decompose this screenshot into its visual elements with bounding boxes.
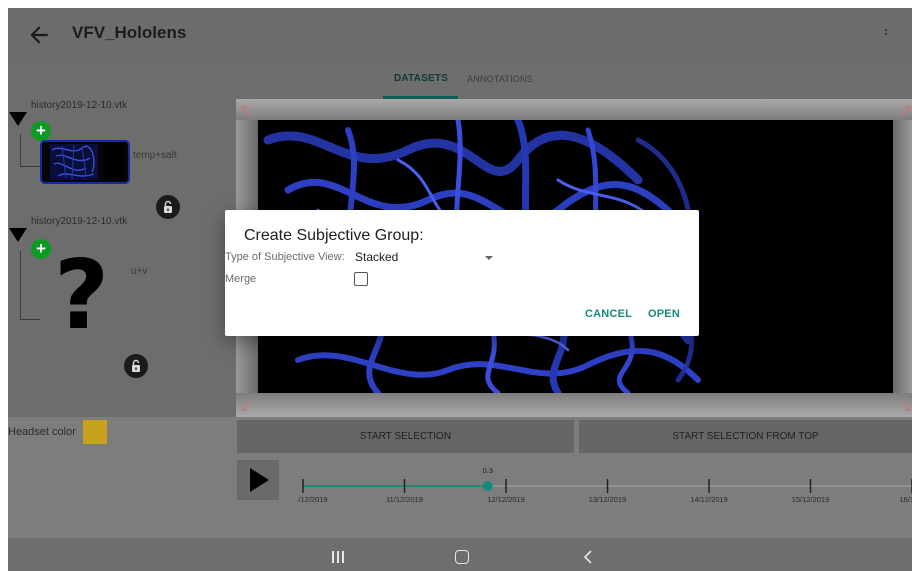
app-title: VFV_Hololens <box>72 23 187 42</box>
back-arrow-icon[interactable] <box>26 22 52 48</box>
system-navigation-bar <box>8 538 912 571</box>
home-icon[interactable] <box>455 550 469 564</box>
volume-preview-image <box>42 142 128 182</box>
app-bar: VFV_Hololens <box>8 8 912 61</box>
dataset-variable-label: u+v <box>131 266 148 277</box>
play-button[interactable] <box>237 460 279 500</box>
question-mark-icon[interactable]: ? <box>54 249 109 344</box>
overflow-menu-icon[interactable] <box>882 28 890 42</box>
start-selection-from-top-button[interactable]: START SELECTION FROM TOP <box>579 420 912 453</box>
create-subjective-group-dialog: Create Subjective Group: Type of Subject… <box>225 210 699 336</box>
dataset-name: history2019-12-10.vtk <box>31 100 128 111</box>
resize-handle-icon[interactable] <box>899 399 911 411</box>
timeline-tick-label: 13/12/2019 <box>589 495 627 502</box>
dialog-title: Create Subjective Group: <box>244 227 424 244</box>
subjective-view-type-label: Type of Subjective View: <box>225 251 345 263</box>
lock-icon[interactable] <box>156 195 180 219</box>
open-button[interactable]: OPEN <box>648 308 680 320</box>
resize-handle-icon[interactable] <box>899 105 911 117</box>
viewer-right-bar <box>893 120 912 393</box>
tree-line <box>20 251 21 319</box>
timeline: /12/2019 11/12/2019 12/12/2019 13/12/2019 14… <box>237 460 912 502</box>
tree-line <box>20 134 21 167</box>
play-icon <box>250 468 269 492</box>
dataset-name: history2019-12-10.vtk <box>31 216 128 227</box>
nav-back-icon[interactable] <box>581 549 595 565</box>
add-circle-icon[interactable]: + <box>31 121 51 141</box>
timeline-tick-label: 16/12/2 <box>899 495 912 502</box>
cancel-button[interactable]: CANCEL <box>585 308 632 320</box>
expand-triangle-icon[interactable] <box>9 228 27 242</box>
dropdown-arrow-icon[interactable] <box>485 256 493 260</box>
timeline-value-label: 0.3 <box>483 466 493 475</box>
viewer-bottom-bar <box>236 393 912 417</box>
timeline-tick-label: /12/2019 <box>298 495 327 502</box>
resize-handle-icon[interactable] <box>241 105 253 117</box>
lock-icon[interactable] <box>124 354 148 378</box>
tree-line <box>20 166 40 167</box>
timeline-tick-label: 14/12/2019 <box>690 495 728 502</box>
merge-label: Merge <box>225 273 257 285</box>
tree-line <box>20 319 40 320</box>
expand-triangle-icon[interactable] <box>9 112 27 126</box>
tab-bar: DATASETS ANNOTATIONS <box>8 61 912 99</box>
subjective-view-type-select[interactable]: Stacked <box>355 250 398 264</box>
resize-handle-icon[interactable] <box>241 399 253 411</box>
dataset-preview-thumbnail[interactable] <box>40 140 130 184</box>
viewer-top-bar <box>236 99 912 120</box>
timeline-slider[interactable]: /12/2019 11/12/2019 12/12/2019 13/12/2019 14… <box>281 460 912 502</box>
timeline-tick-label: 11/12/2019 <box>386 495 423 502</box>
dataset-panel: history2019-12-10.vtk + temp+salt histor… <box>8 99 236 417</box>
tab-annotations[interactable]: ANNOTATIONS <box>467 74 533 84</box>
timeline-tick-label: 15/12/2019 <box>792 495 830 502</box>
start-selection-button[interactable]: START SELECTION <box>237 420 574 453</box>
tab-datasets[interactable]: DATASETS <box>394 73 448 84</box>
recents-icon[interactable] <box>332 551 344 563</box>
timeline-thumb[interactable] <box>482 481 493 491</box>
merge-checkbox[interactable] <box>354 272 368 286</box>
dataset-variable-label: temp+salt <box>133 150 177 161</box>
add-circle-icon[interactable]: + <box>31 239 51 259</box>
timeline-tick-label: 12/12/2019 <box>487 495 525 502</box>
headset-color-label: Headset color <box>8 426 76 438</box>
headset-color-swatch[interactable] <box>83 420 107 444</box>
